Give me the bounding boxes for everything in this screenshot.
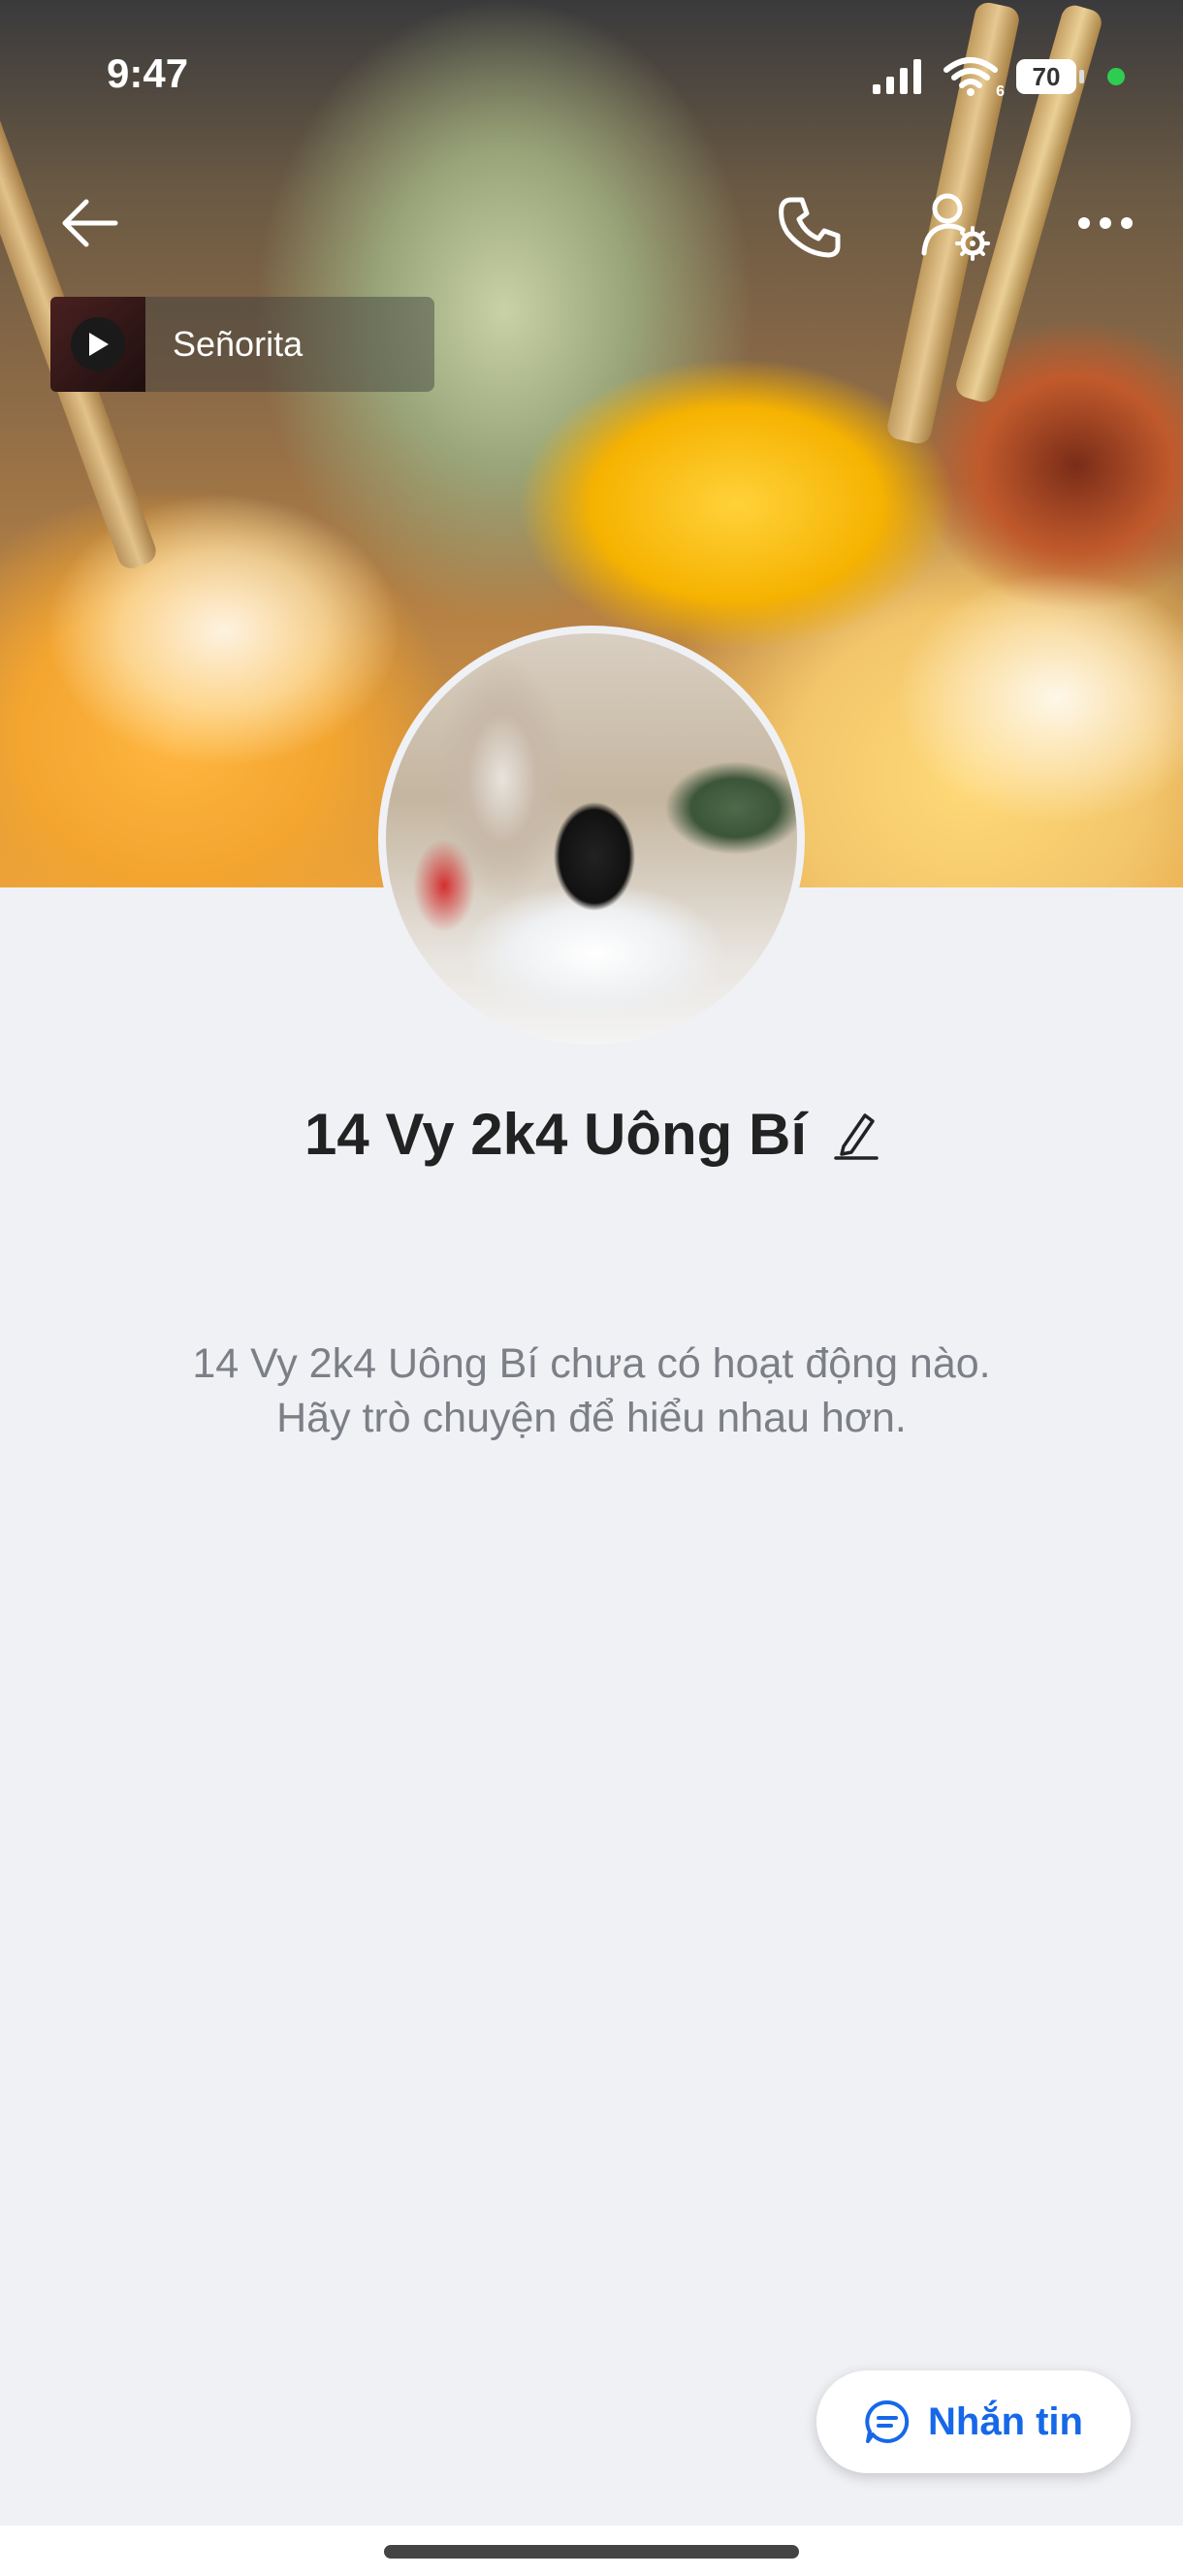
chat-bubble-icon bbox=[865, 2399, 910, 2443]
profile-name-row: 14 Vy 2k4 Uông Bí bbox=[0, 1101, 1183, 1168]
battery-indicator: 70 bbox=[1016, 59, 1084, 94]
profile-name: 14 Vy 2k4 Uông Bí bbox=[304, 1102, 807, 1167]
back-button[interactable] bbox=[50, 184, 128, 262]
phone-icon bbox=[779, 197, 841, 258]
status-icons: 6 70 bbox=[871, 56, 1125, 100]
status-bar: 9:47 6 70 bbox=[0, 0, 1183, 155]
status-time: 9:47 bbox=[107, 50, 189, 96]
arrow-left-icon bbox=[62, 199, 118, 247]
user-settings-icon bbox=[921, 193, 990, 261]
more-dots-icon bbox=[1078, 217, 1133, 229]
play-button[interactable] bbox=[71, 317, 125, 371]
music-title: Señorita bbox=[173, 324, 304, 364]
call-button[interactable] bbox=[766, 184, 853, 272]
home-indicator[interactable] bbox=[384, 2545, 799, 2559]
pencil-icon bbox=[834, 1112, 879, 1160]
music-thumbnail bbox=[50, 297, 145, 392]
empty-line-2: Hãy trò chuyện để hiểu nhau hơn. bbox=[276, 1395, 907, 1441]
empty-activity-message: 14 Vy 2k4 Uông Bí chưa có hoạt động nào.… bbox=[0, 1336, 1183, 1445]
empty-line-1: 14 Vy 2k4 Uông Bí chưa có hoạt động nào. bbox=[192, 1340, 991, 1387]
message-button-label: Nhắn tin bbox=[928, 2399, 1083, 2443]
wifi-icon: 6 bbox=[943, 56, 1005, 100]
play-icon bbox=[89, 333, 109, 356]
wifi-badge: 6 bbox=[996, 83, 1005, 100]
edit-name-button[interactable] bbox=[834, 1110, 879, 1160]
profile-music-chip[interactable]: Señorita bbox=[50, 297, 434, 392]
signal-icon bbox=[873, 59, 921, 94]
more-button[interactable] bbox=[1067, 184, 1144, 262]
profile-settings-button[interactable] bbox=[911, 182, 999, 270]
message-button[interactable]: Nhắn tin bbox=[816, 2370, 1131, 2473]
avatar[interactable] bbox=[378, 626, 805, 1052]
privacy-dot bbox=[1107, 68, 1125, 85]
